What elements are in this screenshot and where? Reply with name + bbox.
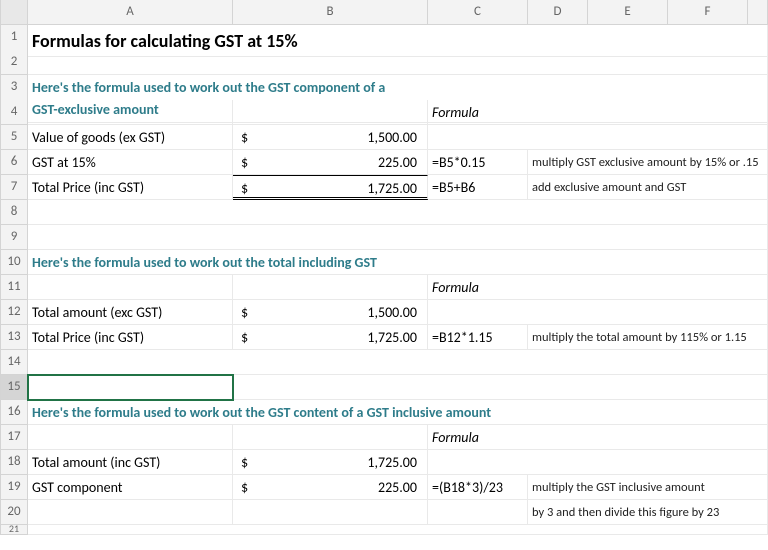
currency-symbol: $ (237, 327, 248, 347)
cell-A8[interactable] (28, 200, 768, 225)
cell-D20-note[interactable]: by 3 and then divide this figure by 23 (528, 500, 768, 525)
col-header-G[interactable] (748, 0, 768, 25)
row-header-2[interactable]: 2 (0, 50, 28, 75)
cell-value: 225.00 (378, 477, 423, 497)
cell-B5[interactable]: $ 1,500.00 (233, 125, 428, 150)
cell-C6-formula[interactable]: =B5*0.15 (428, 150, 528, 175)
row-header-17[interactable]: 17 (0, 425, 28, 450)
cell-A11[interactable] (28, 275, 233, 300)
currency-symbol: $ (237, 477, 248, 497)
cell-C19-formula[interactable]: =(B18*3)/23 (428, 475, 528, 500)
cell-A17[interactable] (28, 425, 233, 450)
select-all-corner[interactable] (0, 0, 28, 25)
cell-A14[interactable] (28, 350, 768, 375)
cell-D7-note[interactable]: add exclusive amount and GST (528, 175, 768, 200)
cell-B7[interactable]: $ 1,725.00 (233, 175, 428, 200)
col-header-F[interactable]: F (668, 0, 748, 25)
cell-A19[interactable]: GST component (28, 475, 233, 500)
col-header-D[interactable]: D (528, 0, 588, 25)
cell-C11-formula-header[interactable]: Formula (428, 275, 768, 300)
cell-A20[interactable] (28, 500, 233, 525)
cell-B11[interactable] (233, 275, 428, 300)
cell-A16-heading[interactable]: Here's the formula used to work out the … (28, 400, 768, 425)
currency-symbol: $ (237, 452, 248, 472)
cell-value: 1,725.00 (367, 327, 423, 347)
cell-A13[interactable]: Total Price (inc GST) (28, 325, 233, 350)
cell-A18[interactable]: Total amount (inc GST) (28, 450, 233, 475)
cell-B18[interactable]: $ 1,725.00 (233, 450, 428, 475)
cell-A7[interactable]: Total Price (inc GST) (28, 175, 233, 200)
row-header-13[interactable]: 13 (0, 325, 28, 350)
row-header-14[interactable]: 14 (0, 350, 28, 375)
cell-A2[interactable] (28, 50, 768, 75)
cell-D13-note[interactable]: multiply the total amount by 115% or 1.1… (528, 325, 768, 350)
currency-symbol: $ (237, 127, 248, 147)
cell-A4[interactable] (28, 100, 233, 125)
row-header-18[interactable]: 18 (0, 450, 28, 475)
cell-C17-formula-header[interactable]: Formula (428, 425, 768, 450)
cell-B15[interactable] (233, 375, 768, 400)
cell-B6[interactable]: $ 225.00 (233, 150, 428, 175)
cell-value: 1,725.00 (367, 452, 423, 472)
cell-C13-formula[interactable]: =B12*1.15 (428, 325, 528, 350)
cell-value: 1,725.00 (367, 178, 423, 195)
row-header-7[interactable]: 7 (0, 175, 28, 200)
row-header-11[interactable]: 11 (0, 275, 28, 300)
cell-A10-heading[interactable]: Here's the formula used to work out the … (28, 250, 768, 275)
cell-A21[interactable] (28, 525, 768, 535)
col-header-B[interactable]: B (233, 0, 428, 25)
cell-D19-note[interactable]: multiply the GST inclusive amount (528, 475, 768, 500)
row-header-9[interactable]: 9 (0, 225, 28, 250)
cell-A15-selected[interactable] (28, 375, 233, 400)
cell-value: 225.00 (378, 152, 423, 172)
cell-D6-note[interactable]: multiply GST exclusive amount by 15% or … (528, 150, 768, 175)
row-header-12[interactable]: 12 (0, 300, 28, 325)
cell-A5[interactable]: Value of goods (ex GST) (28, 125, 233, 150)
cell-A9[interactable] (28, 225, 768, 250)
cell-A6[interactable]: GST at 15% (28, 150, 233, 175)
row-header-10[interactable]: 10 (0, 250, 28, 275)
heading-text-line1: Here's the formula used to work out the … (32, 79, 385, 96)
col-header-C[interactable]: C (428, 0, 528, 25)
cell-C5[interactable] (428, 125, 768, 150)
cell-C12[interactable] (428, 300, 768, 325)
cell-C18[interactable] (428, 450, 768, 475)
cell-B19[interactable]: $ 225.00 (233, 475, 428, 500)
currency-symbol: $ (237, 152, 248, 172)
spreadsheet-grid[interactable]: A B C D E F 1 Formulas for calculating G… (0, 0, 768, 550)
cell-B17[interactable] (233, 425, 428, 450)
row-header-4[interactable]: 4 (0, 100, 28, 125)
row-header-19[interactable]: 19 (0, 475, 28, 500)
cell-B4[interactable] (233, 100, 428, 125)
cell-B20[interactable] (233, 500, 428, 525)
row-header-6[interactable]: 6 (0, 150, 28, 175)
cell-C7-formula[interactable]: =B5+B6 (428, 175, 528, 200)
col-header-A[interactable]: A (28, 0, 233, 25)
currency-symbol: $ (237, 302, 248, 322)
cell-B13[interactable]: $ 1,725.00 (233, 325, 428, 350)
cell-C20[interactable] (428, 500, 528, 525)
cell-value: 1,500.00 (367, 127, 423, 147)
row-header-16[interactable]: 16 (0, 400, 28, 425)
cell-value: 1,500.00 (367, 302, 423, 322)
row-header-8[interactable]: 8 (0, 200, 28, 225)
currency-symbol: $ (237, 178, 248, 195)
row-header-5[interactable]: 5 (0, 125, 28, 150)
col-header-E[interactable]: E (588, 0, 668, 25)
row-header-21[interactable]: 21 (0, 525, 28, 535)
cell-C4-formula-header[interactable]: Formula (428, 100, 768, 125)
row-header-15[interactable]: 15 (0, 375, 28, 400)
cell-A12[interactable]: Total amount (exc GST) (28, 300, 233, 325)
cell-B12[interactable]: $ 1,500.00 (233, 300, 428, 325)
